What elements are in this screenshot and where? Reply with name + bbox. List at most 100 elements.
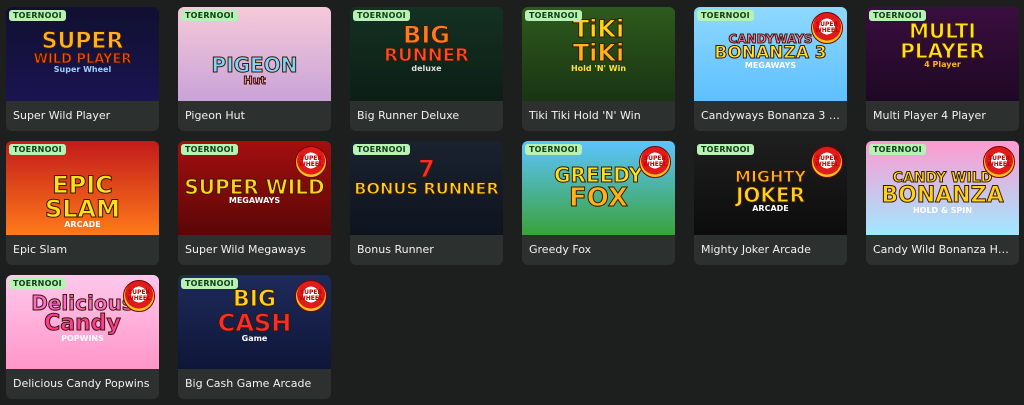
tournament-badge: TOERNOOI — [525, 144, 582, 155]
super-wheel-icon: SUPER WHEEL — [811, 12, 843, 44]
game-logo-line: PIGEON — [211, 53, 298, 77]
tournament-badge: TOERNOOI — [181, 144, 238, 155]
game-logo: MULTI PLAYER 4 Player — [866, 21, 1019, 69]
super-wheel-icon: SUPER WHEEL — [295, 280, 327, 312]
game-logo: EPIC SLAM ARCADE — [6, 173, 159, 229]
tournament-badge: TOERNOOI — [869, 10, 926, 21]
game-card[interactable]: TOERNOOI BIG RUNNER deluxe Big Runner Deluxe — [350, 7, 503, 131]
game-logo-subtitle: Super Wheel — [53, 65, 112, 74]
tournament-badge: TOERNOOI — [353, 144, 410, 155]
game-title[interactable]: Multi Player 4 Player — [866, 101, 1019, 131]
game-grid: TOERNOOI SUPER WILD PLAYER Super Wheel Super… — [6, 7, 1019, 399]
game-title[interactable]: Tiki Tiki Hold 'N' Win — [522, 101, 675, 131]
game-card[interactable]: TOERNOOI TiKi TiKi Hold 'N' Win Tiki Tiki Ho… — [522, 7, 675, 131]
game-logo-line: FOX — [569, 183, 629, 213]
game-logo-subtitle: HOLD & SPIN — [912, 206, 973, 215]
tournament-badge: TOERNOOI — [869, 144, 926, 155]
game-card[interactable]: TOERNOOI SUPER WHEEL CANDYWAYS BONANZA 3 MEG… — [694, 7, 847, 131]
game-logo-line: RUNNER — [384, 45, 470, 66]
game-logo-line: MULTI — [909, 19, 977, 43]
tournament-badge: TOERNOOI — [9, 278, 66, 289]
game-thumbnail[interactable]: TOERNOOI SUPER WHEEL BIG CASH Game — [178, 275, 331, 369]
game-card[interactable]: TOERNOOI SUPER WHEEL GREEDY FOX Greedy Fox — [522, 141, 675, 265]
tournament-badge: TOERNOOI — [181, 10, 238, 21]
game-thumbnail[interactable]: TOERNOOI SUPER WHEEL SUPER WILD MEGAWAYS — [178, 141, 331, 235]
game-logo-line: BONUS RUNNER — [354, 179, 500, 198]
game-logo-subtitle: deluxe — [411, 64, 442, 73]
tournament-badge: TOERNOOI — [181, 278, 238, 289]
game-title[interactable]: Candyways Bonanza 3 Megaways — [694, 101, 847, 131]
tournament-badge: TOERNOOI — [697, 10, 754, 21]
game-logo-line: BONANZA 3 — [714, 43, 827, 63]
game-logo-line: BIG — [403, 21, 451, 49]
game-title[interactable]: Bonus Runner — [350, 235, 503, 265]
game-title[interactable]: Big Cash Game Arcade — [178, 369, 331, 399]
game-logo-subtitle: POPWINS — [61, 334, 104, 343]
game-card[interactable]: TOERNOOI SUPER WHEEL CANDY WILD BONANZA HOLD… — [866, 141, 1019, 265]
game-thumbnail[interactable]: TOERNOOI MULTI PLAYER 4 Player — [866, 7, 1019, 101]
game-logo: TiKi TiKi Hold 'N' Win — [522, 17, 675, 73]
game-logo-line: TiKi — [572, 39, 625, 67]
game-logo-subtitle: ARCADE — [64, 220, 101, 229]
game-logo-line: SUPER — [41, 29, 124, 54]
game-logo: SUPER WILD PLAYER Super Wheel — [6, 29, 159, 74]
game-card[interactable]: TOERNOOI 7 BONUS RUNNER Bonus Runner — [350, 141, 503, 265]
super-wheel-icon: SUPER WHEEL — [811, 146, 843, 178]
game-logo-line: SUPER WILD — [184, 175, 325, 199]
game-thumbnail[interactable]: TOERNOOI 7 BONUS RUNNER — [350, 141, 503, 235]
game-title[interactable]: Super Wild Megaways — [178, 235, 331, 265]
game-logo: 7 BONUS RUNNER — [350, 155, 503, 198]
game-logo-subtitle: ARCADE — [752, 204, 789, 213]
game-card[interactable]: TOERNOOI SUPER WHEEL BIG CASH Game Big Cash G… — [178, 275, 331, 399]
game-card[interactable]: TOERNOOI SUPER WHEEL Delicious Candy POPWINS… — [6, 275, 159, 399]
super-wheel-icon: SUPER WHEEL — [983, 146, 1015, 178]
game-logo-subtitle: MEGAWAYS — [744, 61, 797, 70]
game-thumbnail[interactable]: TOERNOOI PIGEON Hut — [178, 7, 331, 101]
game-thumbnail[interactable]: TOERNOOI SUPER WHEEL CANDY WILD BONANZA HOLD… — [866, 141, 1019, 235]
game-card[interactable]: TOERNOOI MULTI PLAYER 4 Player Multi Player … — [866, 7, 1019, 131]
game-logo: PIGEON Hut — [178, 53, 331, 87]
game-logo: SUPER WILD MEGAWAYS — [178, 177, 331, 205]
game-logo-line: Candy — [44, 311, 122, 336]
game-title[interactable]: Big Runner Deluxe — [350, 101, 503, 131]
game-thumbnail[interactable]: TOERNOOI EPIC SLAM ARCADE — [6, 141, 159, 235]
game-thumbnail[interactable]: TOERNOOI SUPER WHEEL GREEDY FOX — [522, 141, 675, 235]
game-title[interactable]: Delicious Candy Popwins — [6, 369, 159, 399]
super-wheel-icon: SUPER WHEEL — [639, 146, 671, 178]
game-logo-subtitle: 4 Player — [924, 60, 961, 69]
game-card[interactable]: TOERNOOI SUPER WHEEL SUPER WILD MEGAWAYS Sup… — [178, 141, 331, 265]
game-thumbnail[interactable]: TOERNOOI TiKi TiKi Hold 'N' Win — [522, 7, 675, 101]
game-logo: BIG RUNNER deluxe — [350, 23, 503, 73]
game-title[interactable]: Greedy Fox — [522, 235, 675, 265]
game-card[interactable]: TOERNOOI EPIC SLAM ARCADE Epic Slam — [6, 141, 159, 265]
game-card[interactable]: TOERNOOI SUPER WILD PLAYER Super Wheel Super… — [6, 7, 159, 131]
game-title[interactable]: Pigeon Hut — [178, 101, 331, 131]
tournament-badge: TOERNOOI — [353, 10, 410, 21]
tournament-badge: TOERNOOI — [697, 144, 754, 155]
tournament-badge: TOERNOOI — [9, 144, 66, 155]
game-title[interactable]: Mighty Joker Arcade — [694, 235, 847, 265]
game-logo-line: SLAM — [44, 195, 121, 223]
game-thumbnail[interactable]: TOERNOOI BIG RUNNER deluxe — [350, 7, 503, 101]
super-wheel-icon: SUPER WHEEL — [295, 146, 327, 178]
game-logo-line: JOKER — [735, 183, 805, 207]
game-title[interactable]: Epic Slam — [6, 235, 159, 265]
game-logo-subtitle: Game — [241, 334, 268, 343]
game-thumbnail[interactable]: TOERNOOI SUPER WHEEL CANDYWAYS BONANZA 3 MEG… — [694, 7, 847, 101]
game-title[interactable]: Super Wild Player — [6, 101, 159, 131]
game-title[interactable]: Candy Wild Bonanza Hold & Spin — [866, 235, 1019, 265]
game-thumbnail[interactable]: TOERNOOI SUPER WHEEL MIGHTY JOKER ARCADE — [694, 141, 847, 235]
super-wheel-icon: SUPER WHEEL — [123, 280, 155, 312]
game-card[interactable]: TOERNOOI SUPER WHEEL MIGHTY JOKER ARCADE Migh… — [694, 141, 847, 265]
game-logo-line: Hut — [243, 74, 266, 87]
game-logo-subtitle: Hold 'N' Win — [570, 64, 627, 73]
game-logo-line: CASH — [217, 309, 292, 337]
game-card[interactable]: TOERNOOI PIGEON Hut Pigeon Hut — [178, 7, 331, 131]
game-logo-line: 7 — [418, 155, 436, 183]
tournament-badge: TOERNOOI — [525, 10, 582, 21]
game-logo-line: EPIC — [52, 171, 114, 199]
game-logo-line: BONANZA — [881, 183, 1004, 208]
tournament-badge: TOERNOOI — [9, 10, 66, 21]
game-thumbnail[interactable]: TOERNOOI SUPER WILD PLAYER Super Wheel — [6, 7, 159, 101]
game-thumbnail[interactable]: TOERNOOI SUPER WHEEL Delicious Candy POPWINS — [6, 275, 159, 369]
